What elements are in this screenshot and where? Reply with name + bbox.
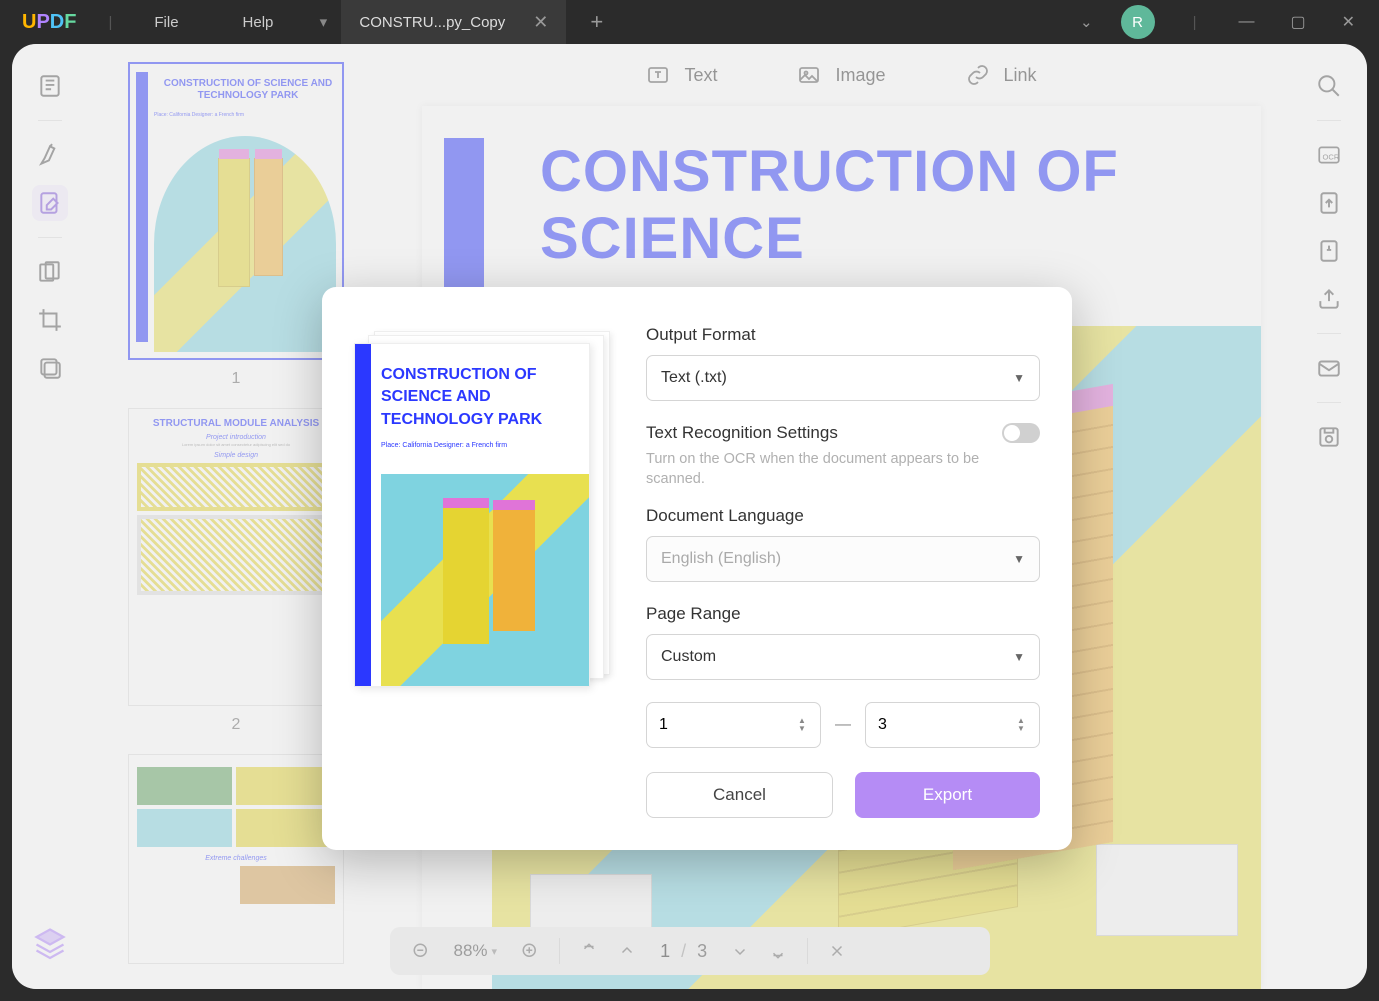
- ocr-hint: Turn on the OCR when the document appear…: [646, 449, 1040, 490]
- range-dash: —: [835, 716, 851, 734]
- step-down-icon[interactable]: ▼: [1017, 725, 1031, 733]
- export-modal: CONSTRUCTION OF SCIENCE AND TECHNOLOGY P…: [322, 287, 1072, 850]
- language-select[interactable]: English (English)▼: [646, 536, 1040, 582]
- output-format-select[interactable]: Text (.txt)▼: [646, 355, 1040, 401]
- minimize-button[interactable]: —: [1234, 9, 1258, 35]
- chevron-down-icon[interactable]: ⌄: [1080, 13, 1093, 31]
- separator: |: [98, 14, 122, 31]
- chevron-down-icon: ▼: [1013, 371, 1025, 385]
- export-form: Output Format Text (.txt)▼ Text Recognit…: [646, 325, 1040, 818]
- app-logo: UPDF: [0, 11, 98, 34]
- page-range-label: Page Range: [646, 604, 1040, 624]
- menu-help[interactable]: Help: [211, 14, 306, 31]
- page-range-select[interactable]: Custom▼: [646, 634, 1040, 680]
- chevron-down-icon: ▼: [1013, 552, 1025, 566]
- menu-dropdown[interactable]: ▾: [305, 13, 341, 31]
- cancel-button[interactable]: Cancel: [646, 772, 833, 818]
- tab-title: CONSTRU...py_Copy: [359, 14, 505, 31]
- ocr-toggle[interactable]: [1002, 423, 1040, 443]
- step-down-icon[interactable]: ▼: [798, 725, 812, 733]
- preview-title: CONSTRUCTION OF SCIENCE AND TECHNOLOGY P…: [381, 364, 589, 431]
- user-avatar[interactable]: R: [1121, 5, 1155, 39]
- ocr-label: Text Recognition Settings: [646, 423, 838, 443]
- chevron-down-icon: ▼: [1013, 650, 1025, 664]
- output-format-label: Output Format: [646, 325, 1040, 345]
- range-to-input[interactable]: ▲▼: [865, 702, 1040, 748]
- separator: |: [1183, 14, 1207, 31]
- export-preview: CONSTRUCTION OF SCIENCE AND TECHNOLOGY P…: [354, 325, 610, 683]
- document-tab[interactable]: CONSTRU...py_Copy ✕: [341, 0, 566, 44]
- titlebar: UPDF | File Help ▾ CONSTRU...py_Copy ✕ +…: [0, 0, 1379, 44]
- maximize-button[interactable]: ▢: [1286, 8, 1309, 36]
- range-from-input[interactable]: ▲▼: [646, 702, 821, 748]
- tab-add-button[interactable]: +: [566, 9, 627, 35]
- menu-file[interactable]: File: [122, 14, 210, 31]
- tab-close-icon[interactable]: ✕: [533, 12, 548, 33]
- close-button[interactable]: ✕: [1338, 8, 1359, 36]
- export-button[interactable]: Export: [855, 772, 1040, 818]
- preview-meta: Place: California Designer: a French fir…: [381, 442, 507, 449]
- main-window: CONSTRUCTION OF SCIENCE AND TECHNOLOGY P…: [12, 44, 1367, 989]
- language-label: Document Language: [646, 506, 1040, 526]
